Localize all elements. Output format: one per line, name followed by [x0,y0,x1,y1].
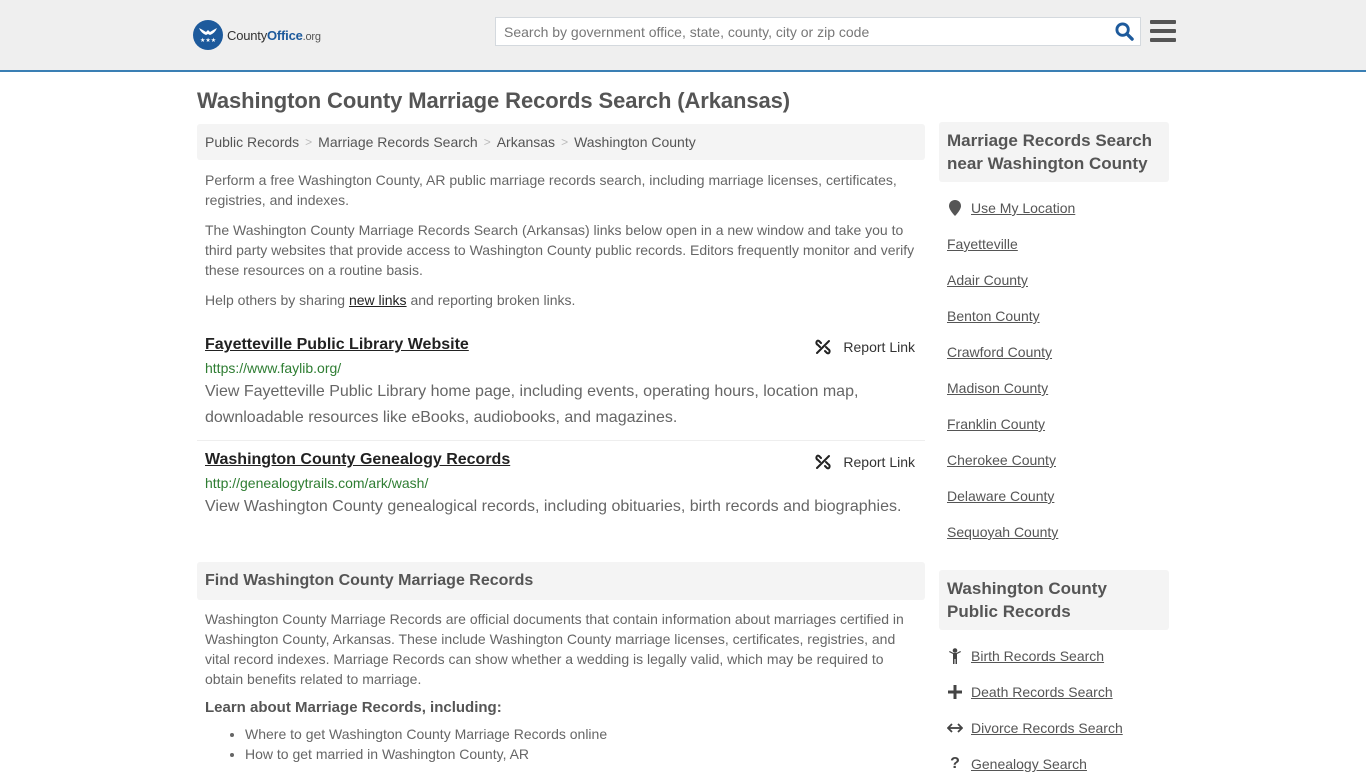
nearby-item: Benton County [947,298,1161,334]
nearby-link-crawford-county[interactable]: Crawford County [947,344,1052,360]
nearby-link-adair-county[interactable]: Adair County [947,272,1028,288]
menu-bar [1150,29,1176,33]
svg-text:★★★: ★★★ [200,37,216,44]
breadcrumb-washington-county[interactable]: Washington County [574,134,696,150]
public-records-item: Divorce Records Search [947,710,1161,746]
logo-text: CountyOffice.org [227,27,321,43]
resource-link-item: Fayetteville Public Library Website Repo… [197,330,925,440]
resource-link-title[interactable]: Fayetteville Public Library Website [205,336,469,354]
nearby-item: Franklin County [947,406,1161,442]
nearby-link-fayetteville[interactable]: Fayetteville [947,236,1018,252]
learn-list-item: How to get married in Washington County,… [245,744,917,764]
nearby-link-cherokee-county[interactable]: Cherokee County [947,452,1056,468]
public-records-heading: Washington County Public Records [939,570,1169,630]
birth-records-link[interactable]: Birth Records Search [971,648,1104,664]
search-input[interactable] [496,18,1108,45]
nearby-list: Use My Location Fayetteville Adair Count… [939,190,1169,550]
use-my-location-item: Use My Location [947,190,1161,226]
breadcrumb-marriage-records[interactable]: Marriage Records Search [318,134,478,150]
intro-paragraph: The Washington County Marriage Records S… [205,222,915,278]
main-content: Public Records > Marriage Records Search… [197,124,925,764]
site-header: ★★★ CountyOffice.org [0,0,1366,72]
nearby-item: Fayetteville [947,226,1161,262]
nearby-link-benton-county[interactable]: Benton County [947,308,1040,324]
resource-link-description: View Washington County genealogical reco… [205,498,902,515]
share-links-note: Help others by sharing new links and rep… [205,292,576,308]
breadcrumb-separator: > [483,135,491,149]
intro-text: Perform a free Washington County, AR pub… [197,170,925,310]
plus-icon [947,685,963,699]
nearby-item: Sequoyah County [947,514,1161,550]
public-records-item: Death Records Search [947,674,1161,710]
search-icon [1114,22,1134,41]
genealogy-search-link[interactable]: Genealogy Search [971,756,1087,772]
arrows-horizontal-icon [947,723,963,733]
menu-bar [1150,38,1176,42]
search-box [495,17,1141,46]
breadcrumb-public-records[interactable]: Public Records [205,134,299,150]
question-icon: ? [950,755,960,772]
new-links-link[interactable]: new links [349,292,407,308]
breadcrumb: Public Records > Marriage Records Search… [197,124,925,160]
resource-link-url: https://www.faylib.org/ [205,360,342,376]
public-records-item: ? Genealogy Search [947,746,1161,782]
learn-heading: Learn about Marriage Records, including: [205,699,502,716]
nearby-item: Delaware County [947,478,1161,514]
public-records-list: Birth Records Search Death Records Searc… [939,638,1169,782]
resource-link-title[interactable]: Washington County Genealogy Records [205,451,510,469]
nearby-link-sequoyah-county[interactable]: Sequoyah County [947,524,1058,540]
resource-link-description: View Fayetteville Public Library home pa… [205,383,859,426]
resource-link-url: http://genealogytrails.com/ark/wash/ [205,475,429,491]
intro-paragraph: Perform a free Washington County, AR pub… [205,172,897,208]
nearby-link-madison-county[interactable]: Madison County [947,380,1048,396]
resource-link-item: Washington County Genealogy Records Repo… [197,440,925,540]
page-title: Washington County Marriage Records Searc… [197,88,791,113]
divorce-records-link[interactable]: Divorce Records Search [971,720,1123,736]
nearby-item: Cherokee County [947,442,1161,478]
site-logo[interactable]: ★★★ CountyOffice.org [193,20,321,50]
broken-link-icon [815,454,831,470]
broken-link-icon [815,339,831,355]
search-button[interactable] [1108,18,1140,45]
child-icon [947,648,963,664]
use-my-location-link[interactable]: Use My Location [971,200,1075,216]
nearby-item: Crawford County [947,334,1161,370]
nearby-link-franklin-county[interactable]: Franklin County [947,416,1045,432]
breadcrumb-separator: > [305,135,313,149]
sidebar: Marriage Records Search near Washington … [939,122,1169,782]
death-records-link[interactable]: Death Records Search [971,684,1113,700]
breadcrumb-separator: > [561,135,569,149]
menu-bar [1150,20,1176,24]
breadcrumb-arkansas[interactable]: Arkansas [497,134,555,150]
map-marker-icon [947,200,963,216]
learn-list: Where to get Washington County Marriage … [205,724,917,764]
hamburger-menu-button[interactable] [1150,20,1176,42]
nearby-link-delaware-county[interactable]: Delaware County [947,488,1054,504]
nearby-item: Adair County [947,262,1161,298]
report-link-button[interactable]: Report Link [815,339,915,355]
learn-list-item: Where to get Washington County Marriage … [245,724,917,744]
nearby-heading: Marriage Records Search near Washington … [939,122,1169,182]
eagle-logo-icon: ★★★ [193,20,223,50]
find-records-section: Washington County Marriage Records are o… [197,609,925,764]
nearby-item: Madison County [947,370,1161,406]
report-link-button[interactable]: Report Link [815,454,915,470]
find-records-heading: Find Washington County Marriage Records [197,562,925,600]
public-records-item: Birth Records Search [947,638,1161,674]
find-records-paragraph: Washington County Marriage Records are o… [205,611,904,687]
